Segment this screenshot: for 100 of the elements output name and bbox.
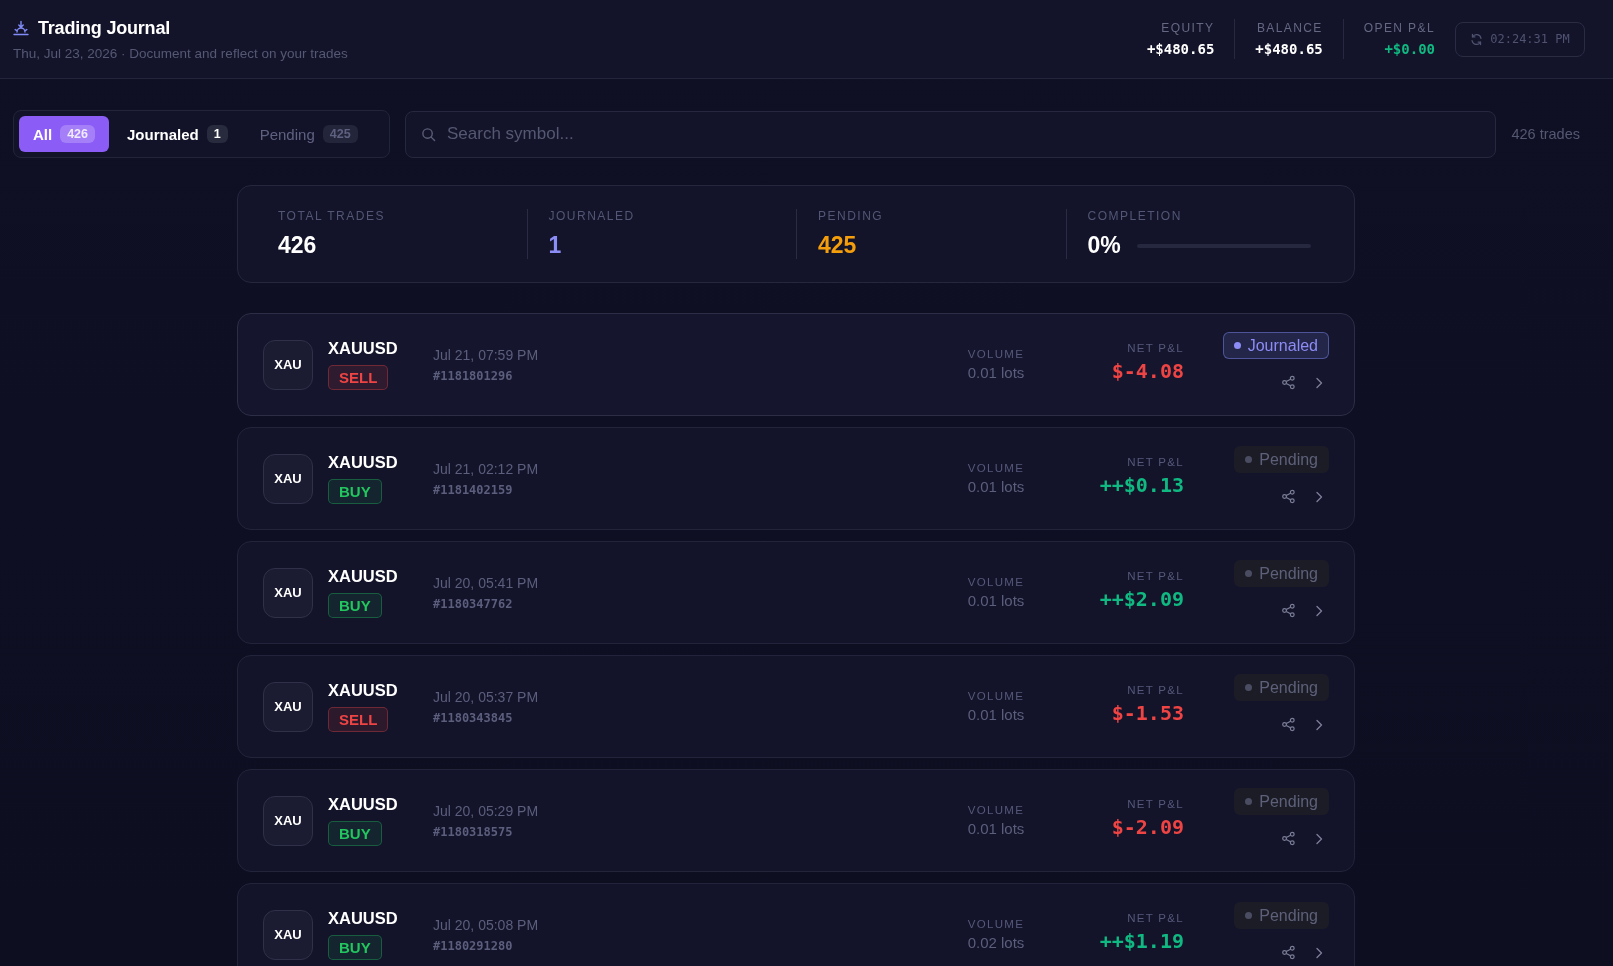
trade-card[interactable]: XAU XAUUSD BUY Jul 20, 05:08 PM #1180291280 VOLUME 0.02 lots NET P&L ++$1.19 Pending [237, 883, 1355, 966]
count-badge: 425 [322, 125, 358, 143]
trade-side-badge: BUY [328, 479, 382, 504]
share-icon[interactable] [1281, 375, 1296, 390]
chevron-right-icon[interactable] [1315, 490, 1323, 503]
metric-label: OPEN P&L [1363, 21, 1435, 35]
trade-time: Jul 20, 05:29 PM [433, 802, 539, 819]
pnl-value: $-2.09 [1111, 815, 1184, 839]
search-icon [421, 126, 436, 142]
page-title: Trading Journal [38, 17, 171, 39]
chevron-right-icon[interactable] [1315, 718, 1323, 731]
stat-value: 0% [1087, 232, 1121, 259]
volume-label: VOLUME [967, 576, 1025, 588]
share-icon[interactable] [1281, 717, 1296, 732]
symbol-avatar: XAU [263, 567, 313, 618]
volume-label: VOLUME [967, 804, 1025, 816]
trade-ticket: #1181801296 [433, 368, 514, 383]
trade-side-badge: SELL [328, 365, 389, 390]
search-field[interactable]: Search symbol... [405, 110, 1497, 158]
trade-side-badge: BUY [328, 593, 382, 618]
status-badge: Pending [1234, 902, 1329, 929]
metric-value: +$0.00 [1384, 41, 1435, 57]
symbol-avatar: XAU [263, 909, 313, 960]
status-badge: Pending [1234, 788, 1329, 815]
sunset-icon [13, 20, 29, 36]
status-dot-icon [1245, 912, 1253, 919]
chevron-right-icon[interactable] [1315, 832, 1323, 845]
filter-tab[interactable]: All 426 [19, 116, 110, 152]
chevron-right-icon[interactable] [1315, 604, 1323, 617]
trade-ticket: #1181402159 [433, 482, 514, 497]
status-dot-icon [1245, 456, 1253, 463]
share-icon[interactable] [1281, 831, 1296, 846]
trade-card[interactable]: XAU XAUUSD BUY Jul 21, 02:12 PM #1181402159 VOLUME 0.01 lots NET P&L ++$0.13 Pending [237, 427, 1355, 530]
volume-label: VOLUME [967, 918, 1025, 930]
pnl-value: $-4.08 [1111, 359, 1184, 383]
trade-side-badge: SELL [328, 707, 389, 732]
symbol-avatar: XAU [263, 453, 313, 504]
refresh-icon [1470, 32, 1484, 46]
trade-time: Jul 21, 02:12 PM [433, 460, 539, 477]
trade-symbol: XAUUSD [328, 681, 398, 700]
pnl-value: ++$2.09 [1099, 587, 1184, 611]
metric-label: EQUITY [1161, 21, 1215, 35]
status-badge: Pending [1234, 446, 1329, 473]
trade-card[interactable]: XAU XAUUSD BUY Jul 20, 05:41 PM #1180347762 VOLUME 0.01 lots NET P&L ++$2.09 Pending [237, 541, 1355, 644]
stat-label: PENDING [818, 209, 885, 223]
symbol-avatar: XAU [263, 339, 313, 390]
trade-symbol: XAUUSD [328, 339, 398, 358]
pnl-label: NET P&L [1127, 456, 1184, 468]
trade-card[interactable]: XAU XAUUSD BUY Jul 20, 05:29 PM #1180318575 VOLUME 0.01 lots NET P&L $-2.09 Pending [237, 769, 1355, 872]
trade-ticket: #1180347762 [433, 596, 514, 611]
share-icon[interactable] [1281, 603, 1296, 618]
page-subtitle: Thu, Jul 23, 2026 · Document and reflect on your trades [13, 45, 348, 61]
count-badge: 426 [60, 125, 96, 143]
trade-ticket: #1180343845 [433, 710, 514, 725]
pnl-label: NET P&L [1127, 684, 1184, 696]
trade-symbol: XAUUSD [328, 453, 398, 472]
metric-value: +$480.65 [1146, 41, 1215, 57]
trade-time: Jul 20, 05:37 PM [433, 688, 539, 705]
trade-side-badge: BUY [328, 935, 382, 960]
status-dot-icon [1233, 342, 1241, 349]
result-count: 426 trades [1511, 126, 1580, 142]
stat-value: 1 [548, 232, 562, 259]
filter-tab[interactable]: Journaled 1 [113, 116, 242, 152]
trade-time: Jul 21, 07:59 PM [433, 346, 539, 363]
status-badge: Pending [1234, 560, 1329, 587]
volume-value: 0.01 lots [967, 478, 1025, 495]
chevron-right-icon[interactable] [1315, 376, 1323, 389]
pnl-label: NET P&L [1127, 342, 1184, 354]
pnl-value: $-1.53 [1111, 701, 1184, 725]
volume-value: 0.02 lots [967, 934, 1025, 951]
share-icon[interactable] [1281, 945, 1296, 960]
trade-card[interactable]: XAU XAUUSD SELL Jul 20, 05:37 PM #1180343845 VOLUME 0.01 lots NET P&L $-1.53 Pending [237, 655, 1355, 758]
status-dot-icon [1245, 798, 1253, 805]
volume-value: 0.01 lots [967, 706, 1025, 723]
trade-symbol: XAUUSD [328, 567, 398, 586]
pnl-label: NET P&L [1127, 912, 1184, 924]
trade-time: Jul 20, 05:08 PM [433, 916, 539, 933]
pnl-value: ++$1.19 [1099, 929, 1184, 953]
metric-value: +$480.65 [1255, 41, 1323, 57]
stat-label: JOURNALED [548, 209, 636, 223]
trade-card[interactable]: XAU XAUUSD SELL Jul 21, 07:59 PM #1181801296 VOLUME 0.01 lots NET P&L $-4.08 Journaled [237, 313, 1355, 416]
volume-label: VOLUME [967, 690, 1025, 702]
volume-value: 0.01 lots [967, 820, 1025, 837]
trade-ticket: #1180291280 [433, 938, 514, 953]
volume-label: VOLUME [967, 348, 1025, 360]
volume-label: VOLUME [967, 462, 1025, 474]
pnl-label: NET P&L [1127, 798, 1184, 810]
stat-value: 426 [278, 232, 317, 259]
pnl-label: NET P&L [1127, 570, 1184, 582]
count-badge: 1 [206, 125, 228, 143]
status-dot-icon [1245, 684, 1253, 691]
trade-time: Jul 20, 05:41 PM [433, 574, 539, 591]
trade-ticket: #1180318575 [433, 824, 514, 839]
symbol-avatar: XAU [263, 795, 313, 846]
trade-symbol: XAUUSD [328, 795, 398, 814]
volume-value: 0.01 lots [967, 364, 1025, 381]
share-icon[interactable] [1281, 489, 1296, 504]
status-badge: Journaled [1222, 332, 1329, 359]
stat-label: COMPLETION [1087, 209, 1183, 223]
chevron-right-icon[interactable] [1315, 946, 1323, 959]
